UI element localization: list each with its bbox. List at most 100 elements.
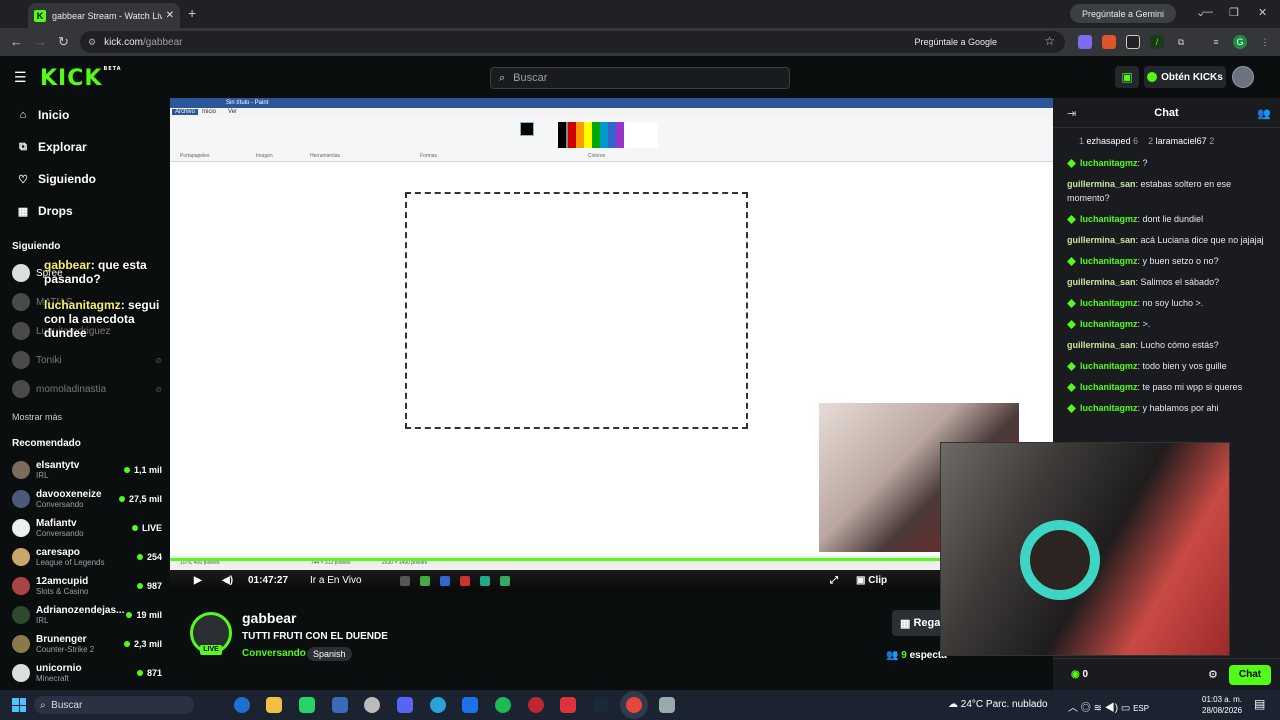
subscriber-badge-icon bbox=[1067, 320, 1076, 330]
ask-gemini-button[interactable]: Pregúntale a Gemini bbox=[1070, 4, 1176, 23]
back-icon[interactable]: ← bbox=[10, 34, 23, 49]
browser-tab[interactable]: K gabbear Stream - Watch Live o ✕ bbox=[28, 3, 180, 28]
theater-icon[interactable]: ⤢ bbox=[830, 575, 838, 586]
media-control-icon[interactable]: ≡ bbox=[1209, 35, 1223, 49]
system-tray[interactable]: ︿ ◎ ≋ ◀) ▭ ESP bbox=[1068, 699, 1149, 714]
new-tab-button[interactable]: + bbox=[188, 5, 196, 21]
browser-menu-icon[interactable]: ⋮ bbox=[1258, 35, 1272, 49]
spotify-icon[interactable] bbox=[495, 697, 511, 713]
recommended-item[interactable]: 12amcupid Slots & Casino 987 bbox=[12, 573, 162, 599]
stream-category[interactable]: Conversando bbox=[242, 648, 306, 659]
show-more-link[interactable]: Mostrar más bbox=[12, 412, 62, 422]
chrome-icon[interactable] bbox=[626, 697, 642, 713]
video-player[interactable]: Sin título - Paint Archivo Inicio Ver Po… bbox=[170, 98, 1053, 592]
leader-item[interactable]: 2 laramaciel67 2 bbox=[1148, 136, 1214, 146]
recommended-item[interactable]: elsantytv IRL 1,1 mil bbox=[12, 457, 162, 483]
extension-slash-icon[interactable]: / bbox=[1150, 35, 1164, 49]
recommended-item[interactable]: Mafiantv Conversando LIVE bbox=[12, 515, 162, 541]
chat-username[interactable]: luchanitagmz bbox=[1080, 403, 1138, 413]
chat-username[interactable]: guillermina_san bbox=[1067, 179, 1136, 189]
forward-icon[interactable]: → bbox=[34, 34, 47, 49]
taskbar-search[interactable]: ⌕ Buscar bbox=[34, 696, 194, 714]
chat-username[interactable]: guillermina_san bbox=[1067, 235, 1136, 245]
windows-start-icon[interactable] bbox=[12, 698, 26, 712]
play-icon[interactable]: ▶ bbox=[194, 575, 202, 586]
maximize-icon[interactable]: ❐ bbox=[1229, 6, 1239, 19]
telegram-icon[interactable] bbox=[430, 697, 446, 713]
compass-icon: ⧉ bbox=[19, 140, 27, 153]
nav-drops[interactable]: ▦ Drops bbox=[16, 204, 73, 218]
minimize-icon[interactable]: — bbox=[1202, 6, 1213, 18]
chat-username[interactable]: luchanitagmz bbox=[1080, 382, 1138, 392]
app-icon[interactable] bbox=[659, 697, 675, 713]
chat-username[interactable]: luchanitagmz bbox=[1080, 361, 1138, 371]
taskbar-clock[interactable]: 01:03 a. m. 28/08/2026 bbox=[1202, 694, 1242, 716]
menu-hamburger-icon[interactable]: ☰ bbox=[14, 69, 27, 86]
clip-button[interactable]: ▣ Clip bbox=[856, 575, 887, 586]
recommended-item[interactable]: caresapo League of Legends 254 bbox=[12, 544, 162, 570]
recommended-item[interactable]: unicornio Minecraft 871 bbox=[12, 660, 162, 686]
chat-settings-icon[interactable]: ⚙ bbox=[1208, 668, 1218, 681]
get-kicks-button[interactable]: Obtén KICKs bbox=[1144, 66, 1226, 88]
chat-users-icon[interactable]: 👥 bbox=[1257, 107, 1271, 120]
shield-app-icon[interactable] bbox=[332, 697, 348, 713]
kick-logo[interactable]: KICKBETA bbox=[40, 66, 122, 91]
discord-icon[interactable] bbox=[397, 697, 413, 713]
recommended-item[interactable]: Adrianozendejas... IRL 19 mil bbox=[12, 602, 162, 628]
chat-username[interactable]: luchanitagmz bbox=[1080, 298, 1138, 308]
following-item[interactable]: Toniki ⊘ bbox=[12, 350, 162, 370]
search-input[interactable]: ⌕ Buscar bbox=[490, 67, 790, 89]
chat-username[interactable]: luchanitagmz bbox=[1080, 158, 1138, 168]
leader-item[interactable]: 1 ezhasaped 6 bbox=[1079, 136, 1138, 146]
nav-siguiendo[interactable]: ♡ Siguiendo bbox=[16, 172, 96, 186]
avatar bbox=[12, 380, 30, 398]
chat-username[interactable]: luchanitagmz bbox=[1080, 256, 1138, 266]
go-live-button[interactable]: Ir a En Vivo bbox=[310, 575, 362, 586]
language-indicator[interactable]: ESP bbox=[1133, 704, 1149, 713]
recommended-item[interactable]: davooxeneize Conversando 27,5 mil bbox=[12, 486, 162, 512]
extensions-puzzle-icon[interactable]: ⧉ bbox=[1174, 35, 1188, 49]
following-item[interactable]: momoladinastia ⊘ bbox=[12, 379, 162, 399]
address-bar[interactable]: ⚙ kick.com/gabbear Pregúntale a Google ☆ bbox=[80, 31, 1065, 53]
ask-google-button[interactable]: Pregúntale a Google bbox=[914, 34, 997, 50]
app-icon[interactable] bbox=[364, 697, 380, 713]
extension-icon[interactable] bbox=[1078, 35, 1092, 49]
reload-icon[interactable]: ↻ bbox=[58, 34, 69, 50]
nav-explorar[interactable]: ⧉ Explorar bbox=[16, 140, 87, 154]
profile-avatar-icon[interactable]: G bbox=[1233, 35, 1247, 49]
ask-google-label: Pregúntale a Google bbox=[914, 37, 997, 47]
file-explorer-icon[interactable] bbox=[266, 697, 282, 713]
chat-username[interactable]: luchanitagmz bbox=[1080, 214, 1138, 224]
channel-name[interactable]: gabbear bbox=[242, 610, 296, 626]
extension-fox-icon[interactable] bbox=[1102, 35, 1116, 49]
nav-inicio[interactable]: ⌂ Inicio bbox=[16, 108, 70, 122]
edge-icon[interactable] bbox=[234, 697, 250, 713]
rewards-icon[interactable]: ▣ bbox=[1115, 66, 1139, 88]
language-tag[interactable]: Spanish bbox=[307, 647, 352, 661]
close-window-icon[interactable]: ✕ bbox=[1258, 6, 1267, 19]
nav-label: Drops bbox=[38, 204, 73, 218]
extension-dark-icon[interactable] bbox=[1126, 35, 1140, 49]
recommended-item[interactable]: Brunenger Counter-Strike 2 2,3 mil bbox=[12, 631, 162, 657]
live-progress-bar[interactable] bbox=[170, 558, 1053, 561]
chat-username[interactable]: luchanitagmz bbox=[1080, 319, 1138, 329]
app-icon[interactable] bbox=[528, 697, 544, 713]
app-icon[interactable] bbox=[560, 697, 576, 713]
chat-username[interactable]: guillermina_san bbox=[1067, 277, 1136, 287]
chat-text: : y hablamos por ahi bbox=[1137, 403, 1219, 413]
whatsapp-icon[interactable] bbox=[299, 697, 315, 713]
browser-tab-bar: K gabbear Stream - Watch Live o ✕ + Preg… bbox=[0, 0, 1280, 28]
app-icon[interactable] bbox=[462, 697, 478, 713]
volume-icon[interactable]: ◀) bbox=[222, 575, 233, 586]
close-tab-icon[interactable]: ✕ bbox=[166, 10, 174, 21]
tray-chevron-icon[interactable]: ︿ bbox=[1068, 703, 1081, 714]
site-info-icon[interactable]: ⚙ bbox=[88, 37, 96, 48]
bookmark-star-icon[interactable]: ☆ bbox=[1044, 34, 1055, 48]
kicks-balance[interactable]: ◉ 0 bbox=[1071, 669, 1088, 680]
chat-username[interactable]: guillermina_san bbox=[1067, 340, 1136, 350]
steam-icon[interactable] bbox=[593, 697, 609, 713]
user-avatar[interactable] bbox=[1232, 66, 1254, 88]
notifications-icon[interactable]: ▤ bbox=[1254, 697, 1265, 711]
weather-widget[interactable]: ☁ 24°C Parc. nublado bbox=[948, 699, 1048, 710]
chat-send-button[interactable]: Chat bbox=[1229, 665, 1271, 685]
